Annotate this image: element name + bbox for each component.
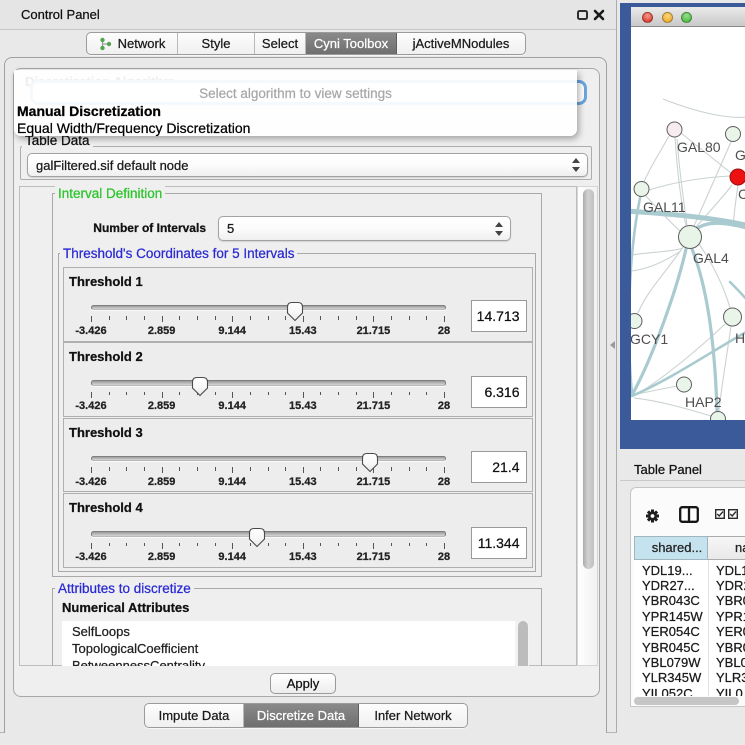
svg-text:GAL80: GAL80 bbox=[677, 139, 721, 155]
svg-text:GAL4: GAL4 bbox=[693, 250, 729, 266]
svg-text:C: C bbox=[738, 186, 745, 202]
svg-text:GAL11: GAL11 bbox=[643, 199, 686, 215]
svg-text:H: H bbox=[735, 330, 745, 346]
svg-text:HAP2: HAP2 bbox=[685, 394, 722, 410]
svg-text:GA: GA bbox=[735, 147, 745, 163]
svg-text:GCY1: GCY1 bbox=[631, 331, 668, 347]
